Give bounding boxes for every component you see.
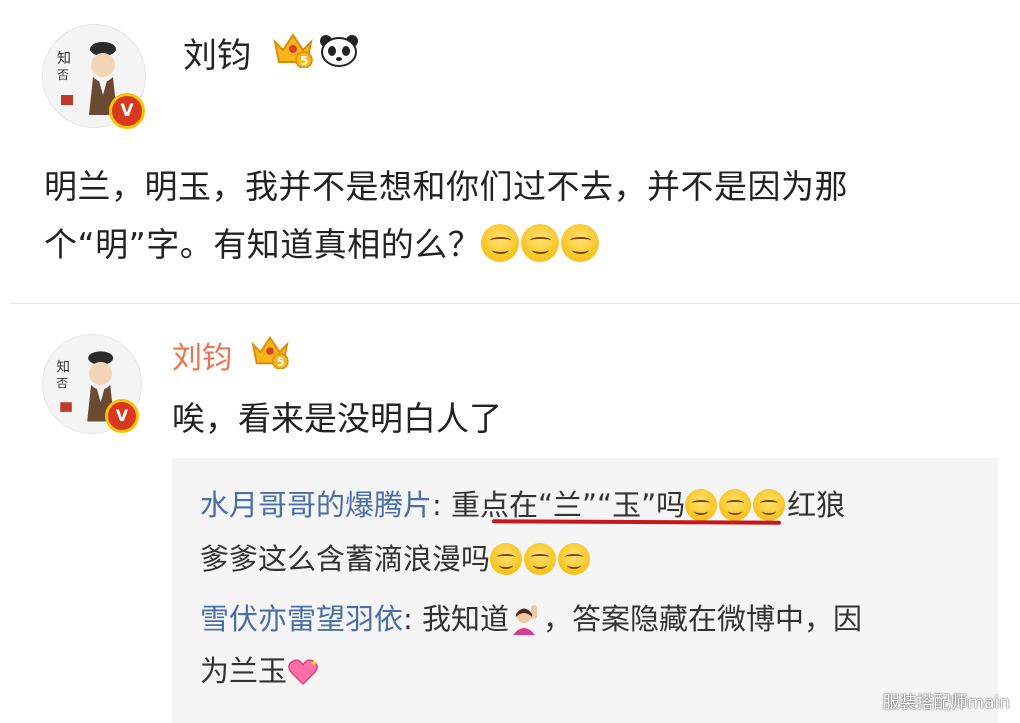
reply-text: : 我知道	[403, 602, 510, 636]
svg-text:5: 5	[277, 355, 285, 369]
smile-emoji-icon	[719, 489, 752, 521]
verified-badge: V	[109, 93, 145, 129]
reply-text: 为兰玉	[200, 654, 288, 688]
svg-text:否: 否	[56, 376, 68, 390]
reply-username[interactable]: 雪伏亦雷望羽依	[200, 602, 403, 636]
comment-text: 唉，看来是没明白人了	[172, 399, 502, 438]
watermark: 服装搭配师main	[882, 693, 1010, 713]
smile-emoji-icon	[685, 489, 718, 521]
reply-text: : 重点在“兰”“玉”吗	[432, 488, 686, 522]
reply-2-line-1: 雪伏亦雷望羽依: 我知道 ，答案隐藏在微博中，因	[200, 596, 862, 638]
reply-username[interactable]: 水月哥哥的爆腾片	[200, 488, 432, 522]
smile-emoji-icon	[561, 224, 600, 262]
post-text-line-2-content: 个“明”字。有知道真相的么？	[44, 225, 482, 264]
woman-raising-hand-icon	[513, 605, 538, 635]
reply-text-continued: 红狼	[787, 488, 846, 522]
post-divider	[10, 303, 1020, 304]
reply-1-line-1: 水月哥哥的爆腾片: 重点在“兰”“玉”吗 红狼	[200, 482, 845, 524]
svg-text:5: 5	[300, 54, 308, 68]
crown-vip-icon[interactable]: 5	[272, 30, 314, 68]
replies-box: 水月哥哥的爆腾片: 重点在“兰”“玉”吗 红狼 爹爹这么含蓄滴浪漫吗 雪伏亦雷望羽…	[172, 458, 998, 723]
smile-emoji-icon	[481, 224, 520, 262]
smile-emoji-icon	[753, 489, 786, 521]
reply-text-continued: ，答案隐藏在微博中，因	[543, 602, 863, 636]
author-avatar[interactable]: 知 否 V	[42, 24, 146, 129]
crown-vip-icon[interactable]: 5	[250, 333, 290, 369]
reply-1-line-2: 爹爹这么含蓄滴浪漫吗	[200, 536, 592, 578]
smile-emoji-icon	[558, 543, 591, 575]
svg-text:否: 否	[57, 68, 69, 82]
verified-badge: V	[105, 399, 139, 433]
panda-icon	[320, 35, 358, 67]
svg-text:知: 知	[57, 50, 71, 67]
reply-2-line-2: 为兰玉	[200, 648, 319, 690]
post-text-line-2: 个“明”字。有知道真相的么？	[44, 218, 601, 266]
smile-emoji-icon	[490, 543, 523, 575]
comment-author-name[interactable]: 刘钧	[172, 333, 232, 377]
post-author-name[interactable]: 刘钧	[183, 28, 251, 77]
smile-emoji-icon	[521, 224, 560, 262]
sparkling-heart-icon	[288, 659, 319, 686]
reply-text: 爹爹这么含蓄滴浪漫吗	[200, 542, 491, 576]
comment-author-avatar[interactable]: 知 否 V	[42, 334, 142, 434]
svg-text:知: 知	[56, 359, 69, 376]
post-text-line-1: 明兰，明玉，我并不是想和你们过不去，并不是因为那	[44, 167, 848, 206]
smile-emoji-icon	[524, 543, 557, 575]
